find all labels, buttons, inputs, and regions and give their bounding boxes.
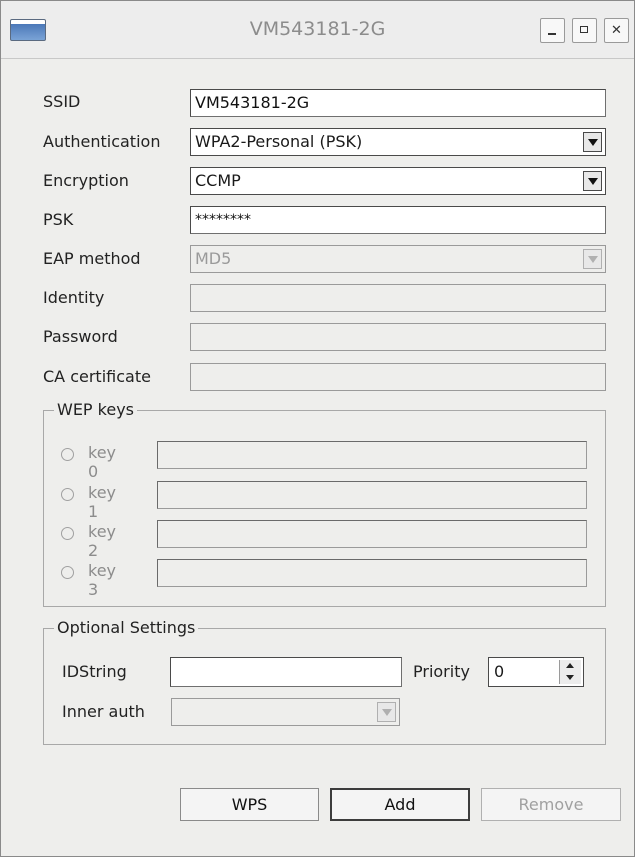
wep-keys-title: WEP keys	[54, 400, 138, 419]
chevron-down-icon[interactable]	[583, 132, 602, 152]
ssid-label: SSID	[43, 92, 81, 111]
chevron-down-icon	[377, 702, 396, 722]
close-icon: ✕	[611, 23, 622, 38]
password-input[interactable]	[190, 323, 606, 351]
psk-input[interactable]: ********	[190, 206, 606, 234]
chevron-down-icon	[583, 249, 602, 269]
wep-key-2-input[interactable]	[157, 520, 587, 548]
inner-auth-select[interactable]	[171, 698, 400, 726]
password-label: Password	[43, 327, 118, 346]
chevron-down-icon[interactable]	[583, 171, 602, 191]
eap-method-label: EAP method	[43, 249, 141, 268]
eap-method-value: MD5	[195, 249, 232, 268]
wep-key-0-input[interactable]	[157, 441, 587, 469]
idstring-label: IDString	[62, 662, 127, 681]
ca-certificate-label: CA certificate	[43, 367, 151, 386]
inner-auth-label: Inner auth	[62, 702, 145, 721]
encryption-select[interactable]: CCMP	[190, 167, 606, 195]
network-config-window: VM543181-2G ✕ SSID VM543181-2G Authentic…	[0, 0, 635, 857]
identity-input[interactable]	[190, 284, 606, 312]
close-button[interactable]: ✕	[604, 18, 629, 43]
ssid-input[interactable]: VM543181-2G	[190, 89, 606, 117]
maximize-button[interactable]	[572, 18, 597, 43]
encryption-label: Encryption	[43, 171, 129, 190]
wep-key-1-input[interactable]	[157, 481, 587, 509]
wps-button[interactable]: WPS	[180, 788, 319, 821]
optional-settings-title: Optional Settings	[54, 618, 199, 637]
radio-button-icon[interactable]	[61, 527, 74, 540]
priority-value: 0	[494, 662, 505, 681]
priority-spinbox[interactable]: 0	[488, 657, 584, 687]
radio-button-icon[interactable]	[61, 448, 74, 461]
authentication-select[interactable]: WPA2-Personal (PSK)	[190, 128, 606, 156]
radio-button-icon[interactable]	[61, 566, 74, 579]
spin-down-icon[interactable]	[560, 672, 581, 684]
add-button[interactable]: Add	[330, 788, 470, 821]
wep-key-3-input[interactable]	[157, 559, 587, 587]
encryption-value: CCMP	[195, 171, 241, 190]
psk-label: PSK	[43, 210, 74, 229]
authentication-label: Authentication	[43, 132, 161, 151]
priority-label: Priority	[413, 662, 470, 681]
wep-key-label: key 2	[88, 522, 117, 560]
wep-key-label: key 3	[88, 561, 117, 599]
wep-key-label: key 0	[88, 443, 117, 481]
authentication-value: WPA2-Personal (PSK)	[195, 132, 363, 151]
minimize-button[interactable]	[540, 18, 565, 43]
remove-button[interactable]: Remove	[481, 788, 621, 821]
eap-method-select[interactable]: MD5	[190, 245, 606, 273]
wep-key-label: key 1	[88, 483, 117, 521]
minimize-icon	[548, 33, 556, 35]
title-bar[interactable]: VM543181-2G ✕	[1, 1, 634, 59]
maximize-icon	[580, 26, 588, 33]
idstring-input[interactable]	[170, 657, 402, 687]
identity-label: Identity	[43, 288, 105, 307]
ca-certificate-input[interactable]	[190, 363, 606, 391]
spin-arrows[interactable]	[559, 660, 581, 684]
radio-button-icon[interactable]	[61, 488, 74, 501]
